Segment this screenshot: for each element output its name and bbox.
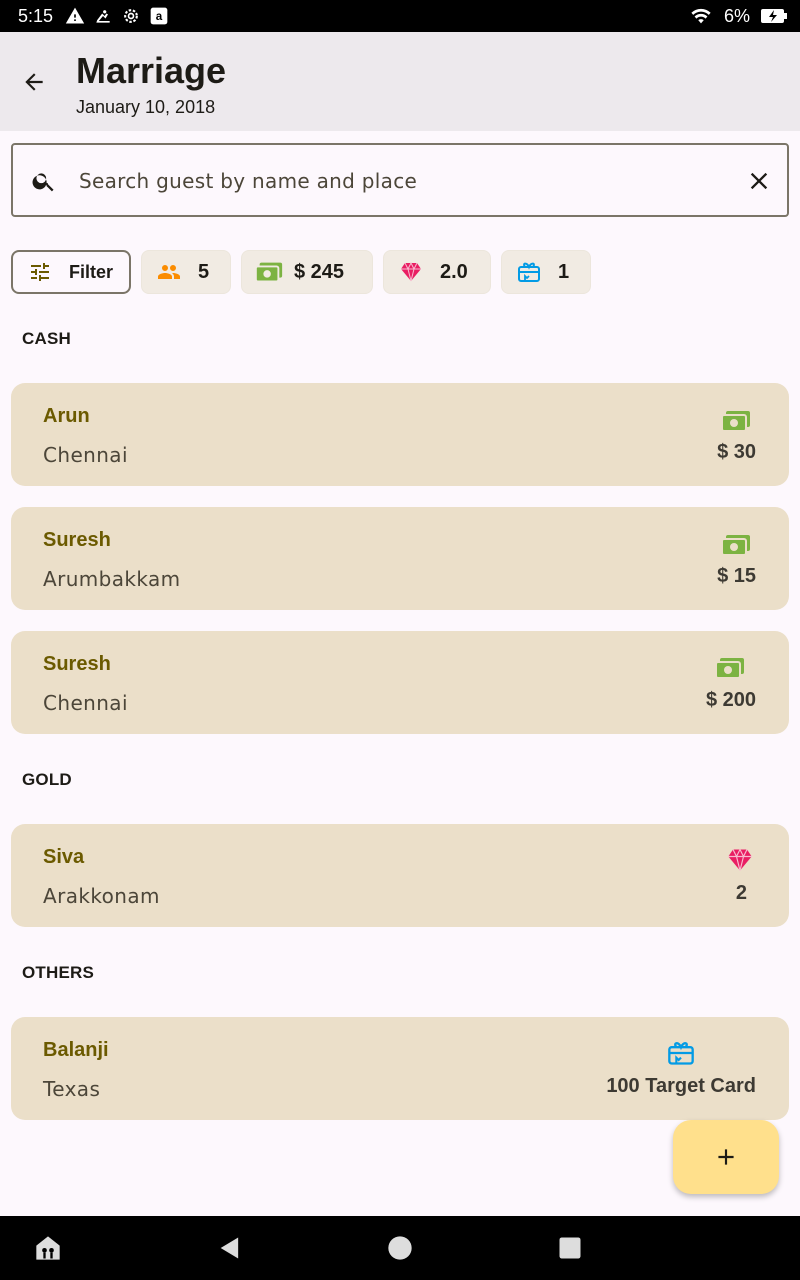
search-bar	[11, 143, 789, 217]
gift-value: $ 15	[717, 565, 756, 587]
gift-card-icon	[668, 1042, 694, 1065]
guest-place: Chennai	[43, 691, 128, 715]
back-nav-icon[interactable]	[216, 1234, 244, 1262]
gift-value: 2	[735, 882, 747, 904]
section-label-cash: CASH	[22, 329, 71, 348]
status-time: 5:15	[18, 5, 54, 26]
plus-icon	[718, 1149, 734, 1165]
filter-label: Filter	[69, 261, 114, 282]
search-input[interactable]	[79, 163, 719, 199]
diamond-icon	[728, 848, 752, 871]
page-date: January 10, 2018	[76, 97, 216, 117]
recents-nav-icon[interactable]	[556, 1234, 584, 1262]
cash-icon	[721, 411, 750, 432]
section-label-others: OTHERS	[22, 963, 95, 982]
cash-icon	[715, 658, 744, 679]
gifts-count-chip[interactable]: 1	[501, 250, 591, 294]
settings-gear-icon	[124, 9, 138, 23]
guests-count-chip[interactable]: 5	[141, 250, 231, 294]
guest-name: Suresh	[43, 653, 111, 675]
svg-text:a: a	[156, 10, 163, 23]
page-title: Marriage	[76, 50, 227, 91]
cash-total-chip[interactable]: $ 245	[241, 250, 373, 294]
battery-charging-icon	[761, 9, 787, 23]
cash-total: $ 245	[294, 260, 345, 283]
guest-card[interactable]: Suresh Arumbakkam $ 15	[11, 507, 789, 610]
amazon-icon: a	[150, 7, 168, 25]
guest-name: Suresh	[43, 529, 111, 551]
wifi-icon	[691, 8, 711, 24]
guest-card[interactable]: Arun Chennai $ 30	[11, 383, 789, 486]
gift-value: 100 Target Card	[606, 1075, 756, 1097]
system-nav-bar	[0, 1216, 800, 1280]
hiking-icon	[96, 10, 110, 23]
search-icon	[32, 173, 54, 192]
battery-percent: 6%	[723, 5, 750, 26]
guest-card[interactable]: Suresh Chennai $ 200	[11, 631, 789, 734]
gift-value: $ 30	[717, 441, 756, 463]
guest-place: Arakkonam	[43, 884, 160, 908]
people-icon	[154, 259, 184, 285]
gift-card-icon	[514, 259, 544, 285]
cash-icon	[721, 535, 750, 556]
gift-value: $ 200	[705, 689, 756, 711]
guest-card[interactable]: Balanji Texas 100 Target Card	[11, 1017, 789, 1120]
close-icon[interactable]	[745, 167, 773, 195]
tune-icon	[25, 259, 55, 285]
app-bar: Marriage January 10, 2018	[0, 32, 800, 131]
home-nav-icon[interactable]	[386, 1234, 414, 1262]
section-label-gold: GOLD	[22, 770, 72, 789]
guest-place: Chennai	[43, 443, 128, 467]
home-key-icon[interactable]	[34, 1234, 62, 1262]
arrow-back-icon	[25, 73, 43, 91]
cash-icon	[254, 259, 284, 285]
guests-count: 5	[198, 260, 210, 283]
add-guest-button[interactable]	[673, 1120, 779, 1194]
gold-total: 2.0	[440, 260, 468, 283]
guest-name: Balanji	[43, 1039, 109, 1061]
guest-name: Siva	[43, 846, 85, 868]
status-bar: 5:15 a 6%	[0, 0, 800, 32]
guest-place: Arumbakkam	[43, 567, 181, 591]
warning-icon	[65, 7, 85, 24]
gifts-count: 1	[558, 260, 570, 283]
gold-total-chip[interactable]: 2.0	[383, 250, 491, 294]
back-button[interactable]	[16, 64, 52, 100]
guest-card[interactable]: Siva Arakkonam 2	[11, 824, 789, 927]
guest-name: Arun	[43, 405, 90, 427]
filter-button[interactable]: Filter	[11, 250, 131, 294]
guest-place: Texas	[43, 1077, 101, 1101]
diamond-icon	[396, 259, 426, 285]
